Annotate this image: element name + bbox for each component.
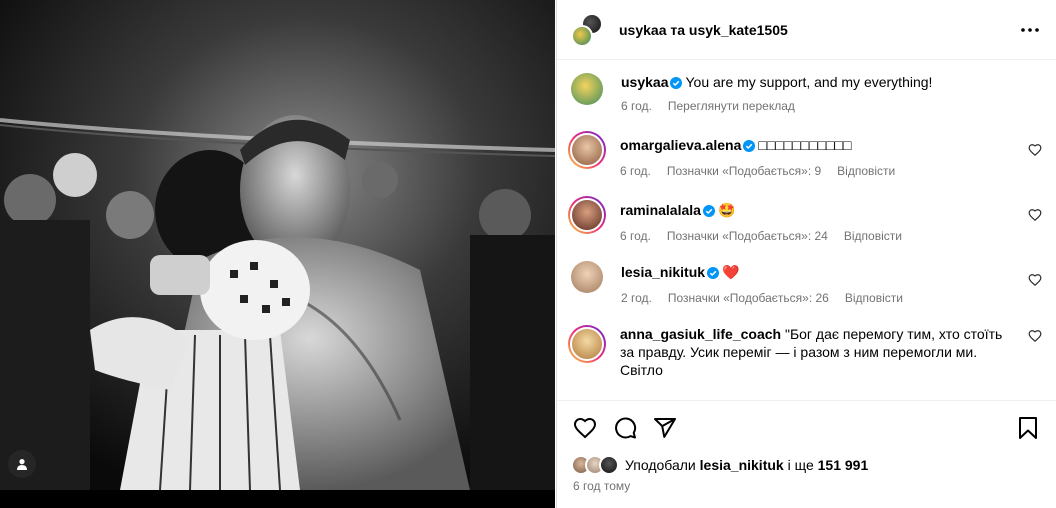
heart-icon[interactable] xyxy=(1028,208,1042,222)
avatar[interactable] xyxy=(568,196,606,234)
heart-icon[interactable] xyxy=(1028,329,1042,343)
share-button[interactable] xyxy=(651,414,679,442)
comment-item: omargalieva.alena □□□□□□□□□□□ 6 год. Позн… xyxy=(568,131,1042,180)
comments-list[interactable]: usykaa You are my support, and my everyth… xyxy=(557,61,1056,400)
see-translation-link[interactable]: Переглянути переклад xyxy=(668,97,795,115)
share-icon xyxy=(654,418,676,438)
liked-by-avatars xyxy=(571,455,619,475)
like-button[interactable] xyxy=(571,414,599,442)
comment-item: raminalalala 🤩 6 год. Позначки «Подобаєть… xyxy=(568,196,1042,245)
post-authors[interactable]: usykaa та usyk_kate1505 xyxy=(619,22,1018,38)
divider xyxy=(557,400,1056,401)
heart-icon[interactable] xyxy=(1028,143,1042,157)
post-actions-bar xyxy=(571,410,1042,446)
post-header: usykaa та usyk_kate1505 xyxy=(557,0,1056,60)
comment-username[interactable]: lesia_nikituk xyxy=(621,264,705,280)
likes-user[interactable]: lesia_nikituk xyxy=(700,457,784,473)
post-photo[interactable] xyxy=(0,0,555,508)
heart-icon[interactable] xyxy=(1028,273,1042,287)
reply-button[interactable]: Відповісти xyxy=(845,289,903,307)
comment-username[interactable]: anna_gasiuk_life_coach xyxy=(620,326,781,342)
likes-middle: і ще xyxy=(787,457,814,473)
post-caption: usykaa You are my support, and my everyth… xyxy=(571,73,1042,115)
avatar xyxy=(571,24,593,47)
more-icon xyxy=(1021,27,1039,32)
boxing-embrace-photo xyxy=(0,0,555,490)
comment-likes-count[interactable]: Позначки «Подобається»: 9 xyxy=(667,162,821,180)
comment-time: 6 год. xyxy=(620,164,651,178)
avatar[interactable] xyxy=(568,325,606,363)
more-options-button[interactable] xyxy=(1018,18,1042,42)
comment-username[interactable]: raminalalala xyxy=(620,202,701,218)
comment-likes-count[interactable]: Позначки «Подобається»: 26 xyxy=(668,289,829,307)
comment-item: anna_gasiuk_life_coach "Бог дає перемогу… xyxy=(568,325,1042,379)
reply-button[interactable]: Відповісти xyxy=(844,227,902,245)
user-tag-button[interactable] xyxy=(8,450,36,478)
comment-text: ❤️ xyxy=(722,264,740,280)
avatar[interactable] xyxy=(571,261,603,293)
user-tag-icon xyxy=(17,459,27,470)
collab-avatars[interactable] xyxy=(571,12,603,47)
verified-icon xyxy=(743,140,756,152)
post-timestamp[interactable]: 6 год тому xyxy=(573,479,630,493)
heart-icon xyxy=(573,417,597,439)
comment-time: 2 год. xyxy=(621,291,652,305)
caption-username[interactable]: usykaa xyxy=(621,74,668,90)
caption-time: 6 год. xyxy=(621,99,652,113)
caption-text: You are my support, and my everything! xyxy=(685,74,933,90)
verified-icon xyxy=(670,77,683,89)
comment-likes-count[interactable]: Позначки «Подобається»: 24 xyxy=(667,227,828,245)
avatar[interactable] xyxy=(571,73,603,105)
verified-icon xyxy=(707,267,720,279)
avatar xyxy=(599,455,619,475)
post-side-panel: usykaa та usyk_kate1505 usykaa You are my… xyxy=(556,0,1056,508)
comment-icon xyxy=(615,417,637,439)
comment-username[interactable]: omargalieva.alena xyxy=(620,137,741,153)
save-button[interactable] xyxy=(1014,414,1042,442)
comment-text: □□□□□□□□□□□ xyxy=(758,137,852,153)
comment-time: 6 год. xyxy=(620,229,651,243)
save-icon xyxy=(1019,417,1037,439)
verified-icon xyxy=(702,205,715,217)
comment-button[interactable] xyxy=(611,414,639,442)
likes-prefix: Уподобали xyxy=(625,457,696,473)
reply-button[interactable]: Відповісти xyxy=(837,162,895,180)
likes-count[interactable]: 151 991 xyxy=(818,457,869,473)
comment-item: lesia_nikituk ❤️ 2 год. Позначки «Подобає… xyxy=(571,261,1042,307)
likes-summary[interactable]: Уподобали lesia_nikituk і ще 151 991 xyxy=(571,454,1042,476)
avatar[interactable] xyxy=(568,131,606,169)
comment-text: 🤩 xyxy=(717,202,736,218)
